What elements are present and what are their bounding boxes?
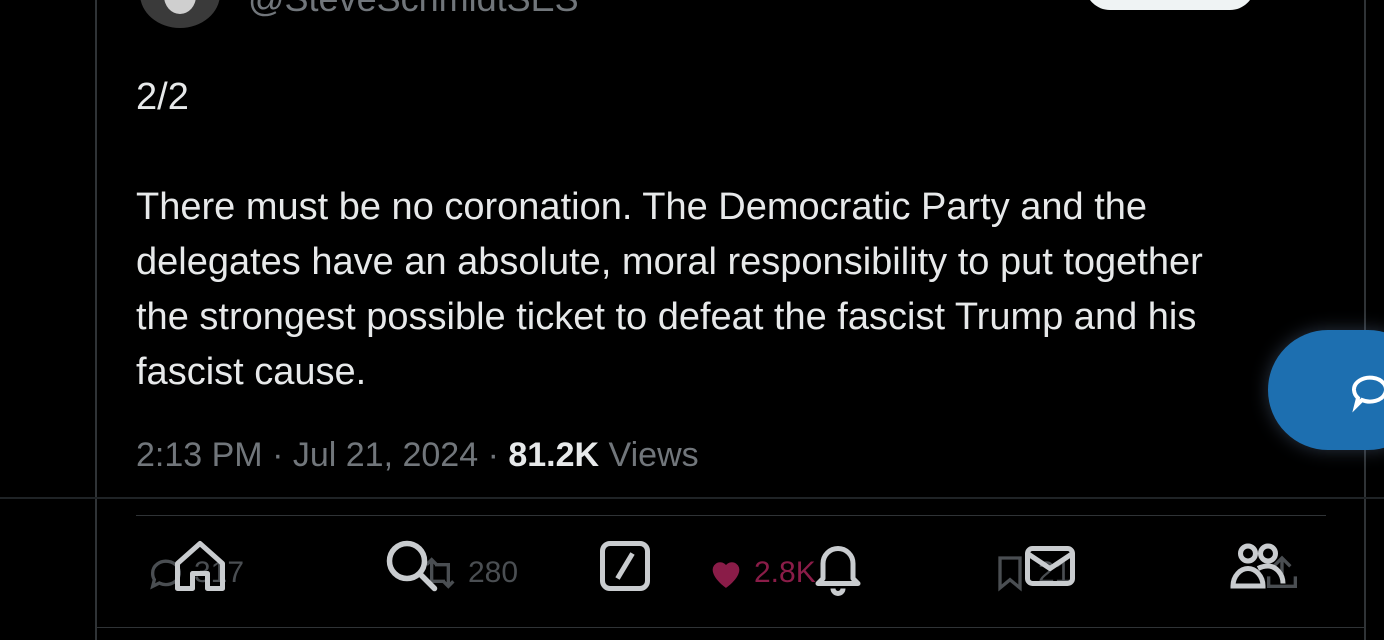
divider xyxy=(0,497,1384,499)
tweet-time[interactable]: 2:13 PM xyxy=(136,436,263,474)
grok-icon[interactable] xyxy=(595,536,655,596)
compose-icon xyxy=(1351,375,1384,413)
avatar[interactable] xyxy=(140,0,220,28)
views-count: 81.2K xyxy=(508,436,600,474)
compose-button[interactable] xyxy=(1268,330,1384,450)
search-icon[interactable] xyxy=(382,536,442,596)
like-button[interactable]: 2.8K xyxy=(706,548,816,598)
communities-icon[interactable] xyxy=(1228,536,1288,596)
divider xyxy=(95,627,1365,628)
repost-count: 280 xyxy=(468,556,519,589)
heart-icon xyxy=(712,562,740,588)
column-border-right xyxy=(1364,0,1366,640)
column-border-left xyxy=(95,0,97,640)
separator-dot: · xyxy=(487,436,509,474)
home-icon[interactable] xyxy=(170,536,230,596)
tweet-meta: 2:13 PM · Jul 21, 2024 · 81.2K Views xyxy=(136,433,699,477)
tweet-date[interactable]: Jul 21, 2024 xyxy=(293,436,478,474)
views-label: Views xyxy=(608,436,699,474)
bell-icon[interactable] xyxy=(808,536,868,596)
like-count: 2.8K xyxy=(754,556,816,589)
tweet-text: 2/2 There must be no coronation. The Dem… xyxy=(136,76,1203,393)
divider xyxy=(136,515,1326,516)
mail-icon[interactable] xyxy=(1020,536,1080,596)
author-handle[interactable]: @SteveSchmidtSES xyxy=(248,0,579,20)
follow-button[interactable] xyxy=(1085,0,1255,10)
separator-dot: · xyxy=(272,436,293,474)
